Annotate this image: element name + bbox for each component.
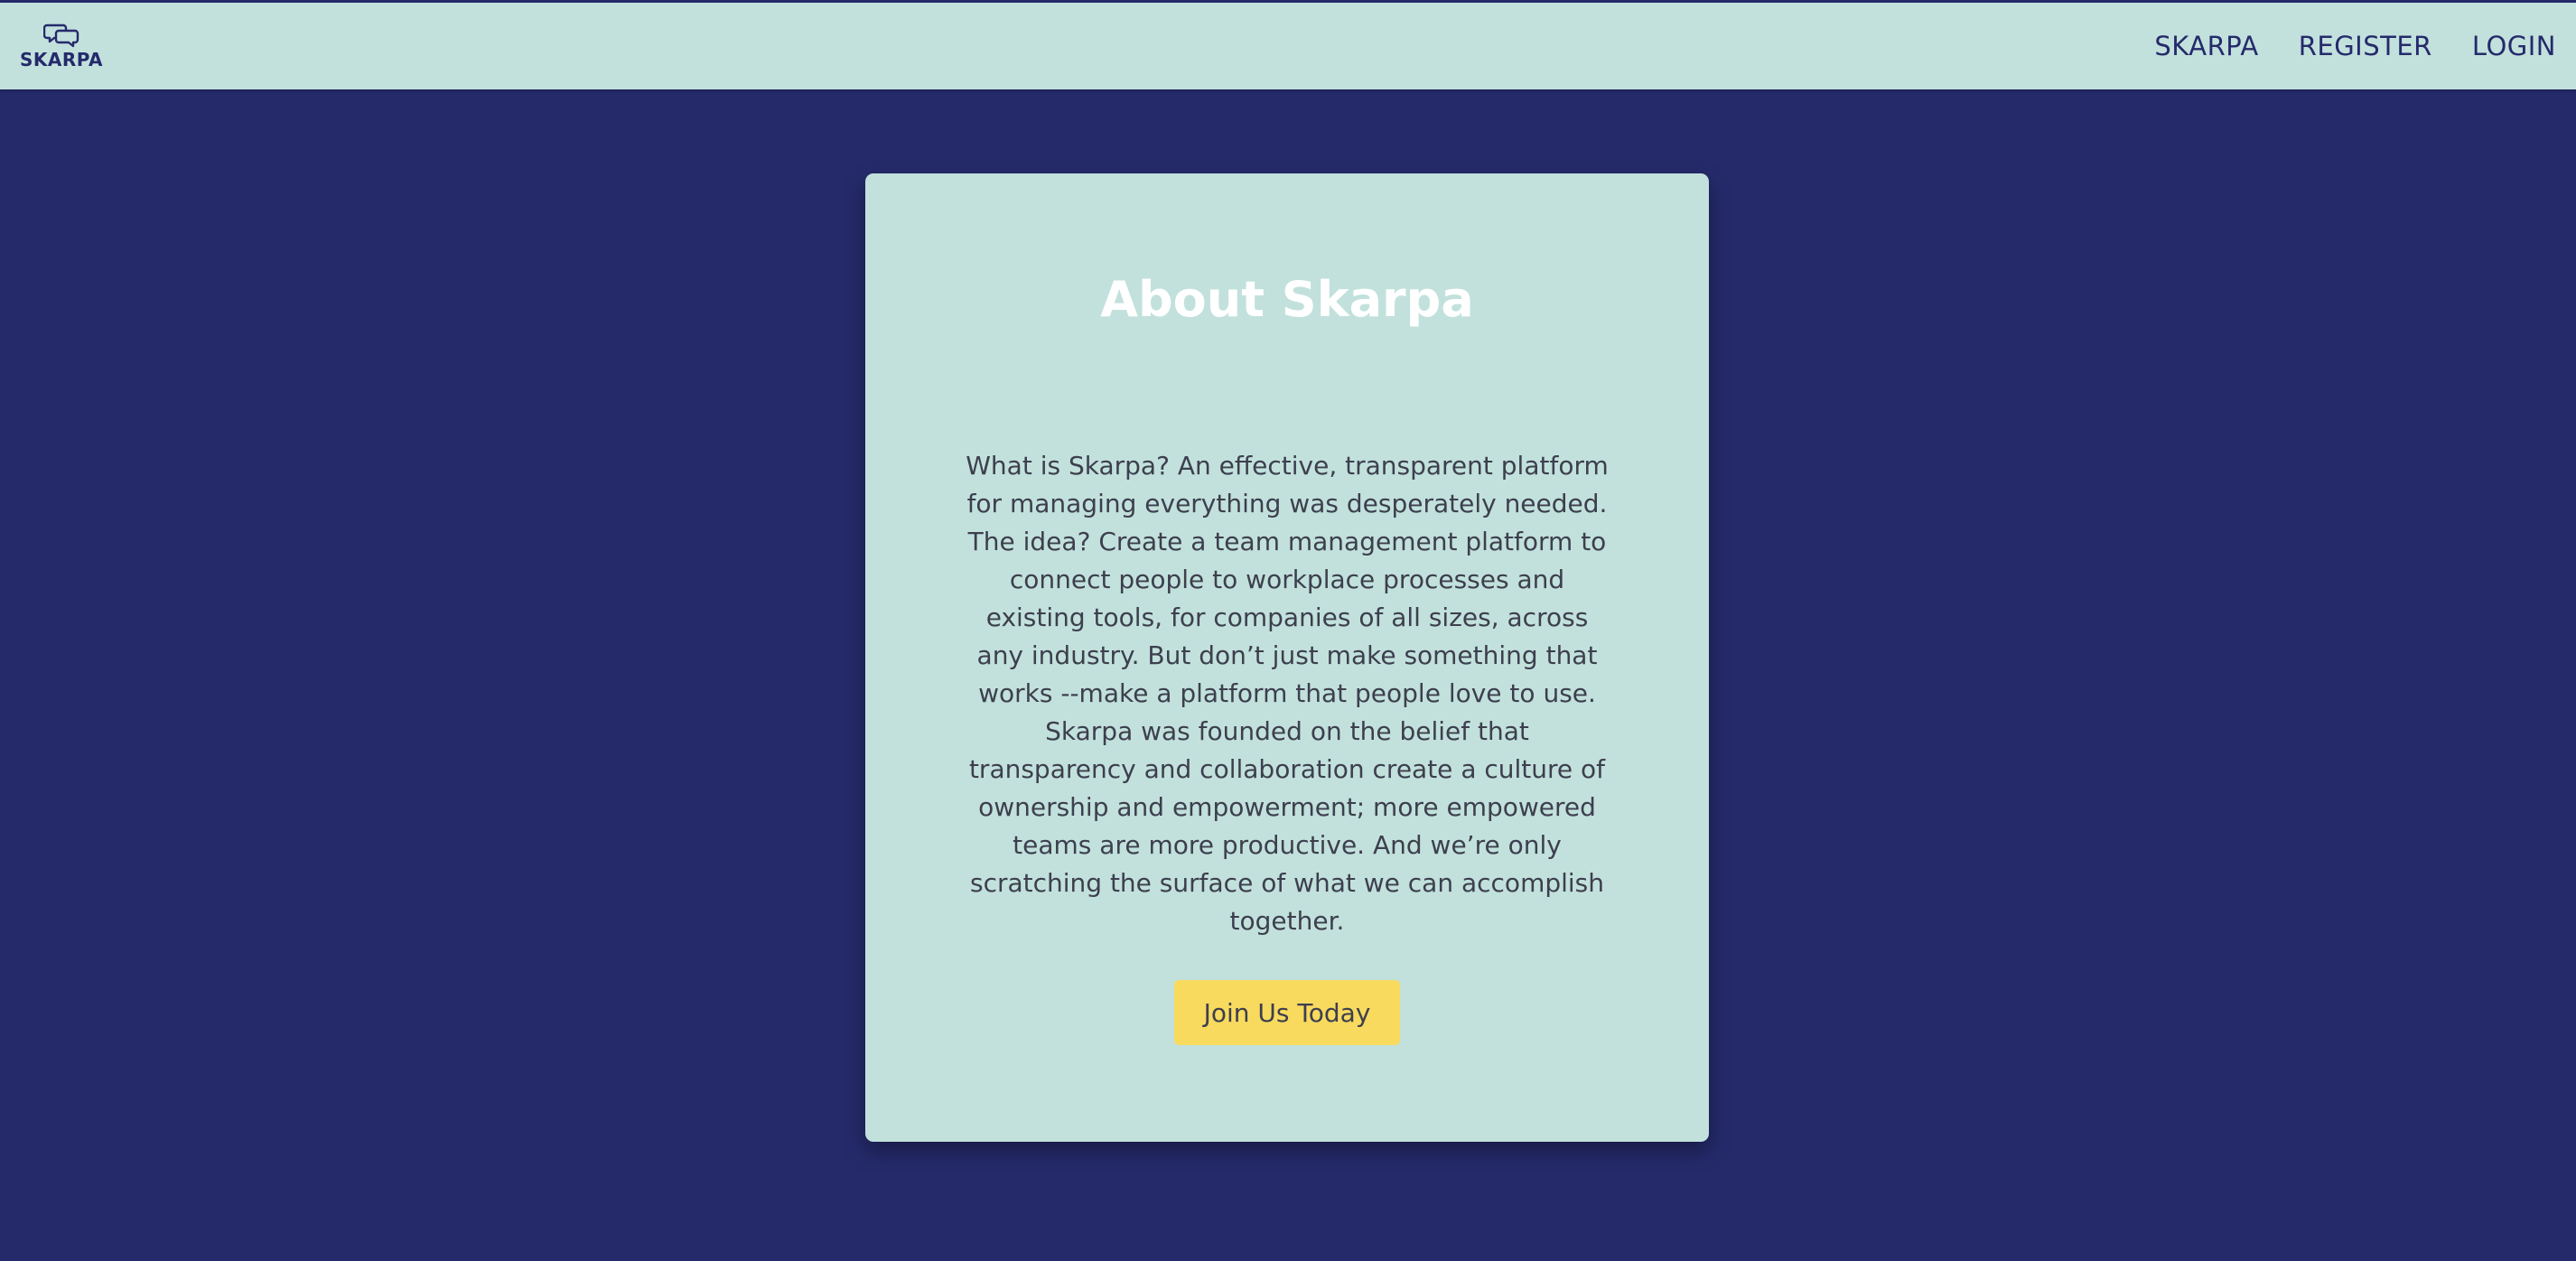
- nav-links: SKARPA REGISTER LOGIN: [2154, 3, 2556, 89]
- brand-logo-link[interactable]: SKARPA: [19, 23, 104, 73]
- brand-name: SKARPA: [19, 49, 104, 70]
- join-us-button[interactable]: Join Us Today: [1174, 980, 1400, 1045]
- nav-link-login[interactable]: LOGIN: [2472, 33, 2556, 60]
- about-title: About Skarpa: [1100, 271, 1474, 328]
- top-navbar: SKARPA SKARPA REGISTER LOGIN: [0, 3, 2576, 89]
- about-description: What is Skarpa? An effective, transparen…: [960, 447, 1614, 940]
- about-card: About Skarpa What is Skarpa? An effectiv…: [865, 173, 1709, 1142]
- chat-bubbles-icon: [43, 23, 79, 48]
- about-paragraph: The idea? Create a team management platf…: [967, 527, 1607, 708]
- nav-link-skarpa[interactable]: SKARPA: [2154, 33, 2258, 60]
- nav-link-register[interactable]: REGISTER: [2299, 33, 2432, 60]
- about-paragraph: What is Skarpa? An effective, transparen…: [966, 451, 1609, 518]
- about-paragraph: Skarpa was founded on the belief that tr…: [968, 716, 1606, 936]
